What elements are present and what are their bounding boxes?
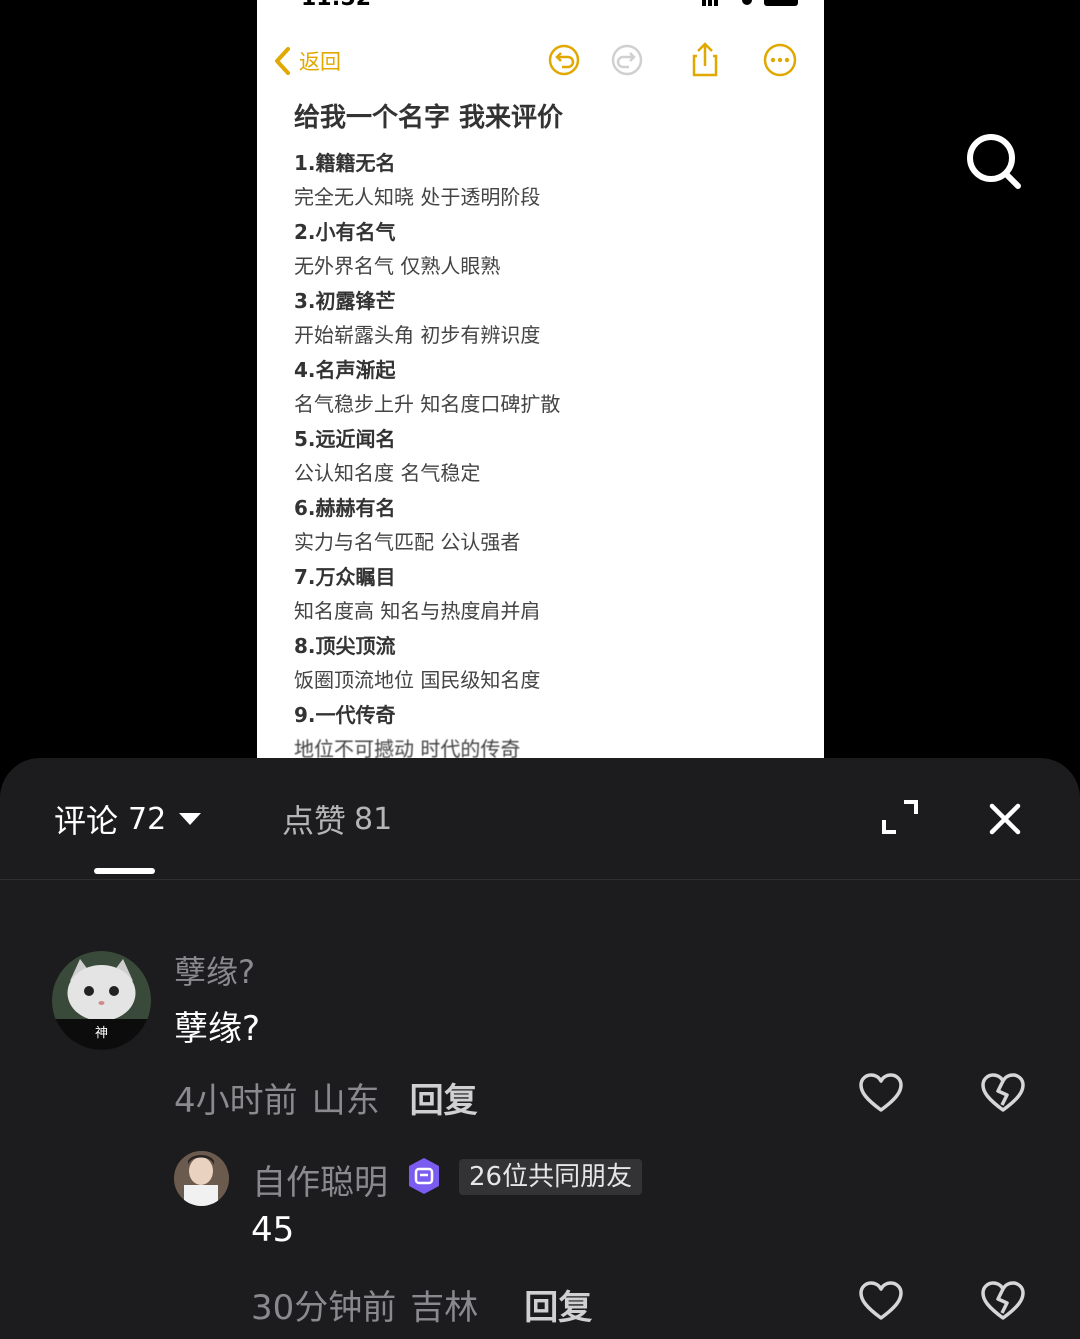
note-item-heading: 7.万众瞩目: [294, 565, 396, 589]
note-item: 6.赫赫有名实力与名气匹配 公认强者: [294, 491, 804, 560]
video-frame-phone-screenshot: 11:52 返回: [257, 0, 824, 758]
comment-text: 45: [251, 1210, 295, 1250]
comment-text: 孽缘?: [174, 1009, 261, 1049]
avatar[interactable]: 神: [52, 951, 151, 1050]
note-item: 2.小有名气无外界名气 仅熟人眼熟: [294, 215, 804, 284]
note-item-heading: 4.名声渐起: [294, 358, 396, 382]
note-item-description: 公认知名度 名气稳定: [294, 461, 481, 485]
note-item-heading: 3.初露锋芒: [294, 289, 396, 313]
more-icon[interactable]: [762, 42, 798, 78]
phone-status-time: 11:52: [301, 0, 371, 11]
broken-heart-icon[interactable]: [980, 1280, 1026, 1322]
comments-count: 72: [128, 801, 167, 837]
comment-time: 30分钟前: [251, 1288, 397, 1328]
heart-icon[interactable]: [858, 1280, 904, 1322]
tab-comments[interactable]: 评论 72: [54, 796, 202, 842]
cat-avatar-image: 神: [52, 951, 151, 1050]
back-label: 返回: [299, 50, 341, 74]
note-content: 给我一个名字 我来评价 1.籍籍无名完全无人知晓 处于透明阶段 2.小有名气无外…: [294, 98, 804, 758]
note-item-description: 无外界名气 仅熟人眼熟: [294, 254, 501, 278]
reply-button[interactable]: 回复: [410, 1073, 478, 1122]
phone-status-icons: [702, 0, 798, 6]
note-item: 9.一代传奇地位不可撼动 时代的传奇: [294, 698, 804, 758]
note-navbar: 返回: [257, 42, 824, 82]
reply-button[interactable]: 回复: [524, 1280, 592, 1329]
tab-likes[interactable]: 点赞 81: [282, 796, 392, 842]
redo-icon[interactable]: [609, 42, 645, 78]
avatar-text: 神: [95, 1026, 108, 1041]
heart-icon[interactable]: [858, 1072, 904, 1114]
note-item-description: 知名度高 知名与热度肩并肩: [294, 599, 541, 623]
comment-meta: 30分钟前 吉林 回复: [251, 1280, 592, 1329]
note-item-description: 实力与名气匹配 公认强者: [294, 530, 521, 554]
note-item-heading: 6.赫赫有名: [294, 496, 396, 520]
note-item: 8.顶尖顶流饭圈顶流地位 国民级知名度: [294, 629, 804, 698]
search-icon[interactable]: [962, 130, 1024, 192]
expand-icon[interactable]: [880, 798, 920, 838]
note-title: 给我一个名字 我来评价: [294, 103, 564, 133]
note-item-heading: 2.小有名气: [294, 220, 396, 244]
user-avatar-image: [174, 1151, 229, 1206]
comment-time: 4小时前: [174, 1081, 298, 1121]
caret-down-icon: [179, 813, 202, 825]
tab-likes-label: 点赞: [282, 802, 347, 840]
comments-sheet: 评论 72 点赞 81 神 孽缘? 孽缘? 4小时前 山东 回复 自作聪明 26…: [0, 758, 1080, 1339]
note-item: 7.万众瞩目知名度高 知名与热度肩并肩: [294, 560, 804, 629]
tab-comments-label: 评论: [54, 802, 119, 840]
comment-location: 吉林: [410, 1288, 479, 1328]
mutual-friends-badge: 26位共同朋友: [459, 1159, 643, 1195]
note-item-description: 名气稳步上升 知名度口碑扩散: [294, 392, 561, 416]
back-chevron-icon: [275, 47, 290, 75]
note-item: 4.名声渐起名气稳步上升 知名度口碑扩散: [294, 353, 804, 422]
note-item-heading: 1.籍籍无名: [294, 151, 396, 175]
comment-username[interactable]: 孽缘?: [174, 947, 255, 993]
broken-heart-icon[interactable]: [980, 1072, 1026, 1114]
likes-count: 81: [354, 801, 393, 837]
sheet-tabs: 评论 72 点赞 81: [0, 758, 1080, 880]
note-item: 1.籍籍无名完全无人知晓 处于透明阶段: [294, 146, 804, 215]
note-item-heading: 5.远近闻名: [294, 427, 396, 451]
comment-location: 山东: [311, 1081, 380, 1121]
back-button[interactable]: 返回: [273, 46, 341, 76]
share-icon[interactable]: [687, 42, 723, 78]
note-item-description: 地位不可撼动 时代的传奇: [294, 737, 521, 758]
note-item-description: 饭圈顶流地位 国民级知名度: [294, 668, 541, 692]
note-item-description: 开始崭露头角 初步有辨识度: [294, 323, 541, 347]
active-tab-indicator: [94, 868, 155, 874]
close-icon[interactable]: [986, 800, 1024, 838]
user-badge-icon: [409, 1158, 439, 1194]
comment-meta: 4小时前 山东 回复: [174, 1073, 478, 1122]
undo-icon[interactable]: [546, 42, 582, 78]
note-item-heading: 9.一代传奇: [294, 703, 396, 727]
note-item-heading: 8.顶尖顶流: [294, 634, 396, 658]
note-item: 3.初露锋芒开始崭露头角 初步有辨识度: [294, 284, 804, 353]
comment-username[interactable]: 自作聪明: [252, 1155, 388, 1204]
note-item-description: 完全无人知晓 处于透明阶段: [294, 185, 541, 209]
avatar[interactable]: [174, 1151, 229, 1206]
note-item: 5.远近闻名公认知名度 名气稳定: [294, 422, 804, 491]
